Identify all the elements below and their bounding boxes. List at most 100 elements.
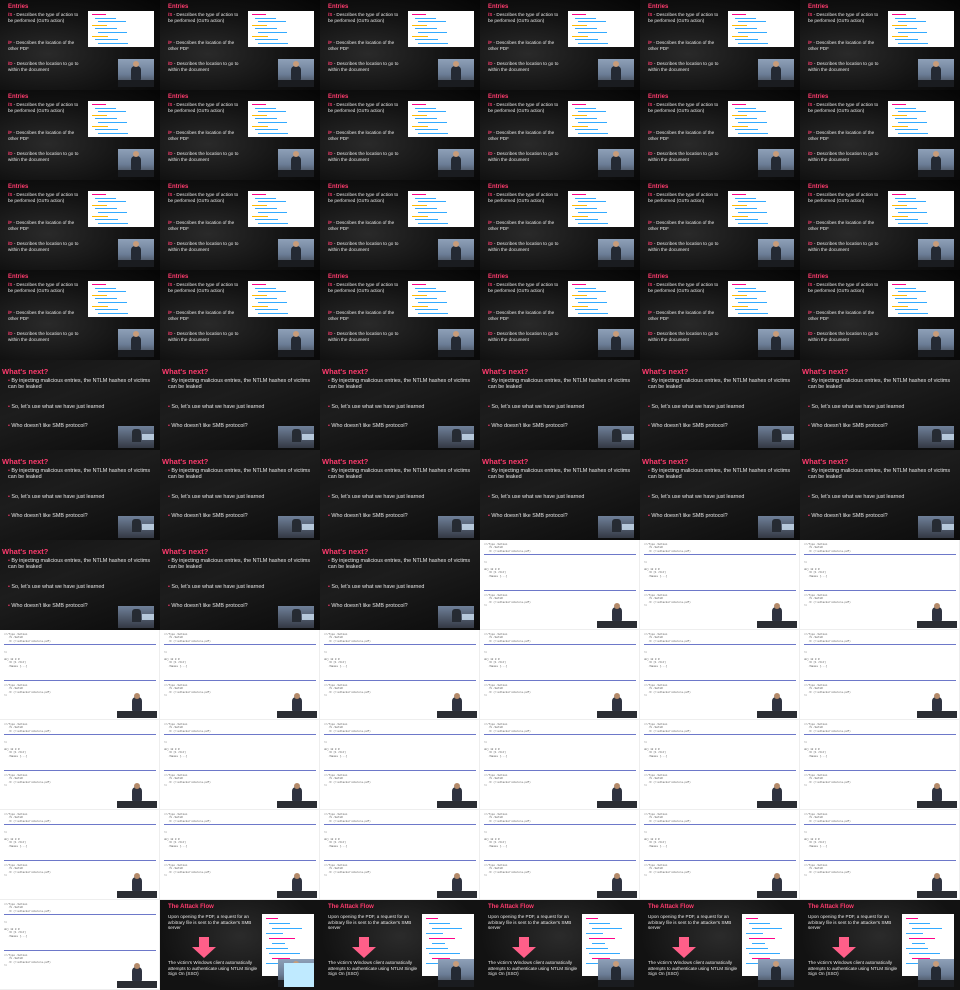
thumbnail-attack-flow-slide[interactable]: The Attack Flow Upon opening the PDF, a r… [160, 900, 320, 990]
speaker-figure [132, 967, 142, 981]
bullet-1: /S - Describes the type of action to be … [8, 192, 84, 203]
thumbnail-whats-next-slide[interactable]: What's next? • By injecting malicious ent… [640, 360, 800, 450]
podium [117, 981, 157, 988]
thumbnail-whats-next-slide[interactable]: What's next? • By injecting malicious ent… [800, 450, 960, 540]
thumbnail-code-slide[interactable]: <</Type /Action /S /GoToR /F (\\attacker… [640, 540, 800, 630]
thumbnail-entries-slide[interactable]: Entries/S - Describes the type of action… [800, 90, 960, 180]
thumbnail-code-slide[interactable]: <</Type /Action /S /GoToR /F (\\attacker… [320, 720, 480, 810]
thumbnail-whats-next-slide[interactable]: What's next? • By injecting malicious ent… [0, 450, 160, 540]
thumbnail-whats-next-slide[interactable]: What's next? • By injecting malicious ent… [320, 540, 480, 630]
thumbnail-entries-slide[interactable]: Entries/S - Describes the type of action… [320, 180, 480, 270]
speaker-webcam [117, 782, 157, 808]
code-block-top: <</Type /Action /S /GoToR /F (\\attacker… [484, 633, 531, 643]
speaker-webcam [438, 329, 474, 357]
thumbnail-entries-slide[interactable]: Entries/S - Describes the type of action… [320, 90, 480, 180]
bullet-3: /D - Describes the location to go to wit… [328, 61, 404, 72]
bullet-text: - Describes the location of the other PD… [8, 130, 75, 141]
podium [918, 980, 954, 987]
thumbnail-whats-next-slide[interactable]: What's next? • By injecting malicious ent… [160, 360, 320, 450]
speaker-head [454, 693, 460, 699]
speaker-figure [771, 66, 781, 80]
thumbnail-code-slide[interactable]: <</Type /Action /S /GoToR /F (\\attacker… [0, 720, 160, 810]
thumbnail-code-slide[interactable]: <</Type /Action /S /GoToR /F (\\attacker… [480, 720, 640, 810]
speaker-figure [452, 877, 462, 891]
thumbnail-attack-flow-slide[interactable]: The Attack Flow Upon opening the PDF, a r… [640, 900, 800, 990]
thumbnail-entries-slide[interactable]: Entries/S - Describes the type of action… [0, 270, 160, 360]
bullet-3: /D - Describes the location to go to wit… [168, 331, 244, 342]
divider-line [484, 734, 636, 735]
bullet-1: /S - Describes the type of action to be … [488, 282, 564, 293]
bullet-text: Who doesn't like SMB protocol? [11, 603, 88, 609]
thumbnail-entries-slide[interactable]: Entries/S - Describes the type of action… [320, 270, 480, 360]
speaker-webcam [437, 692, 477, 718]
thumbnail-entries-slide[interactable]: Entries/S - Describes the type of action… [480, 180, 640, 270]
code-block-bottom: <</Type /Action /S /GoToR /F (\\attacker… [4, 864, 51, 878]
bullet-2: • So, let's use what we have just learne… [168, 404, 313, 410]
thumbnail-code-slide[interactable]: <</Type /Action /S /GoToR /F (\\attacker… [160, 720, 320, 810]
thumbnail-code-slide[interactable]: <</Type /Action /S /GoToR /F (\\attacker… [0, 900, 160, 990]
thumbnail-entries-slide[interactable]: Entries/S - Describes the type of action… [0, 180, 160, 270]
bullet-text: - Describes the type of action to be per… [168, 282, 239, 293]
thumbnail-code-slide[interactable]: <</Type /Action /S /GoToR /F (\\attacker… [320, 810, 480, 900]
speaker-head [934, 873, 940, 879]
thumbnail-whats-next-slide[interactable]: What's next? • By injecting malicious ent… [320, 360, 480, 450]
thumbnail-code-slide[interactable]: <</Type /Action /S /GoToR /F (\\attacker… [640, 630, 800, 720]
thumbnail-entries-slide[interactable]: Entries/S - Describes the type of action… [160, 180, 320, 270]
thumbnail-whats-next-slide[interactable]: What's next? • By injecting malicious ent… [160, 540, 320, 630]
thumbnail-entries-slide[interactable]: Entries/S - Describes the type of action… [800, 270, 960, 360]
thumbnail-whats-next-slide[interactable]: What's next? • By injecting malicious ent… [160, 450, 320, 540]
thumbnail-code-slide[interactable]: <</Type /Action /S /GoToR /F (\\attacker… [320, 630, 480, 720]
speaker-webcam [437, 872, 477, 898]
thumbnail-code-slide[interactable]: <</Type /Action /S /GoToR /F (\\attacker… [480, 540, 640, 630]
thumbnail-entries-slide[interactable]: Entries/S - Describes the type of action… [160, 270, 320, 360]
thumbnail-entries-slide[interactable]: Entries/S - Describes the type of action… [640, 180, 800, 270]
thumbnail-attack-flow-slide[interactable]: The Attack Flow Upon opening the PDF, a r… [320, 900, 480, 990]
slide-title: Entries [328, 94, 349, 100]
thumbnail-code-slide[interactable]: <</Type /Action /S /GoToR /F (\\attacker… [0, 810, 160, 900]
thumbnail-code-slide[interactable]: <</Type /Action /S /GoToR /F (\\attacker… [800, 720, 960, 810]
bullet-2: /F - Describes the location of the other… [8, 130, 84, 141]
thumbnail-code-slide[interactable]: <</Type /Action /S /GoToR /F (\\attacker… [480, 810, 640, 900]
bullet-text: - Describes the location to go to within… [808, 151, 879, 162]
thumbnail-attack-flow-slide[interactable]: The Attack Flow Upon opening the PDF, a r… [800, 900, 960, 990]
thumbnail-code-slide[interactable]: <</Type /Action /S /GoToR /F (\\attacker… [800, 630, 960, 720]
thumbnail-code-slide[interactable]: <</Type /Action /S /GoToR /F (\\attacker… [800, 540, 960, 630]
thumbnail-code-slide[interactable]: <</Type /Action /S /GoToR /F (\\attacker… [160, 630, 320, 720]
down-arrow-icon [512, 937, 536, 959]
speaker-figure [611, 336, 621, 350]
thumbnail-code-slide[interactable]: <</Type /Action /S /GoToR /F (\\attacker… [0, 630, 160, 720]
speaker-head [774, 783, 780, 789]
thumbnail-code-slide[interactable]: <</Type /Action /S /GoToR /F (\\attacker… [640, 720, 800, 810]
thumbnail-entries-slide[interactable]: Entries/S - Describes the type of action… [0, 90, 160, 180]
thumbnail-code-slide[interactable]: <</Type /Action /S /GoToR /F (\\attacker… [480, 630, 640, 720]
thumbnail-whats-next-slide[interactable]: What's next? • By injecting malicious ent… [0, 360, 160, 450]
thumbnail-code-slide[interactable]: <</Type /Action /S /GoToR /F (\\attacker… [640, 810, 800, 900]
thumbnail-entries-slide[interactable]: Entries/S - Describes the type of action… [160, 90, 320, 180]
thumbnail-entries-slide[interactable]: Entries/S - Describes the type of action… [480, 270, 640, 360]
thumbnail-whats-next-slide[interactable]: What's next? • By injecting malicious ent… [800, 360, 960, 450]
thumbnail-entries-slide[interactable]: Entries/S - Describes the type of action… [480, 90, 640, 180]
thumbnail-entries-slide[interactable]: Entries/S - Describes the type of action… [640, 270, 800, 360]
thumbnail-entries-slide[interactable]: Entries/S - Describes the type of action… [0, 0, 160, 90]
thumbnail-entries-slide[interactable]: Entries/S - Describes the type of action… [800, 0, 960, 90]
podium [438, 260, 474, 267]
code-block-middle: >> obj 12 0 R /D [1 /Fit] /Names [...] [4, 741, 28, 758]
thumbnail-entries-slide[interactable]: Entries/S - Describes the type of action… [800, 180, 960, 270]
thumbnail-entries-slide[interactable]: Entries/S - Describes the type of action… [640, 90, 800, 180]
thumbnail-code-slide[interactable]: <</Type /Action /S /GoToR /F (\\attacker… [160, 810, 320, 900]
thumbnail-whats-next-slide[interactable]: What's next? • By injecting malicious ent… [640, 450, 800, 540]
thumbnail-entries-slide[interactable]: Entries/S - Describes the type of action… [480, 0, 640, 90]
thumbnail-entries-slide[interactable]: Entries/S - Describes the type of action… [640, 0, 800, 90]
bullet-text: - Describes the location to go to within… [168, 241, 239, 252]
thumbnail-whats-next-slide[interactable]: What's next? • By injecting malicious ent… [480, 360, 640, 450]
thumbnail-whats-next-slide[interactable]: What's next? • By injecting malicious ent… [0, 540, 160, 630]
bullet-3: /D - Describes the location to go to wit… [8, 151, 84, 162]
speaker-webcam [598, 426, 634, 448]
thumbnail-whats-next-slide[interactable]: What's next? • By injecting malicious ent… [320, 450, 480, 540]
thumbnail-whats-next-slide[interactable]: What's next? • By injecting malicious ent… [480, 450, 640, 540]
thumbnail-entries-slide[interactable]: Entries/S - Describes the type of action… [160, 0, 320, 90]
thumbnail-code-slide[interactable]: <</Type /Action /S /GoToR /F (\\attacker… [800, 810, 960, 900]
thumbnail-attack-flow-slide[interactable]: The Attack Flow Upon opening the PDF, a r… [480, 900, 640, 990]
speaker-figure [612, 429, 621, 442]
thumbnail-entries-slide[interactable]: Entries/S - Describes the type of action… [320, 0, 480, 90]
